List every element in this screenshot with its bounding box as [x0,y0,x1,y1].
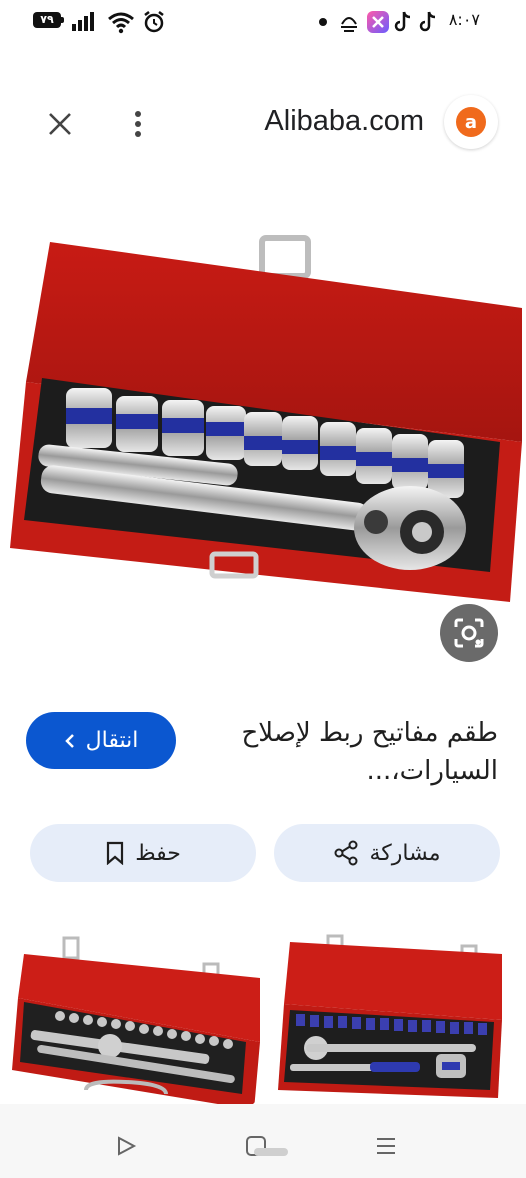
visit-button[interactable]: انتقال [26,712,176,769]
app-icon [367,11,389,33]
visual-search-button[interactable] [440,604,498,662]
site-name[interactable]: Alibaba.com [264,105,424,138]
related-image[interactable] [266,914,520,1110]
gesture-handle [254,1148,288,1156]
more-vert-icon [135,111,141,137]
chevron-left-icon [64,733,74,748]
source-header: Alibaba.com a [0,88,526,158]
site-logo[interactable]: a [444,95,498,149]
share-icon [334,840,358,866]
share-button[interactable]: مشاركة [274,824,500,882]
related-image[interactable] [6,914,260,1110]
visit-label: انتقال [85,728,139,753]
recents-button[interactable] [366,1126,406,1166]
product-image[interactable] [0,232,526,622]
tiktok-icon [419,11,436,32]
battery-tip [61,17,64,23]
tiktok-icon [394,11,411,32]
close-icon [49,113,71,135]
case-handle [259,235,311,279]
product-title: طقم مفاتيح ربط لإصلاح السيارات،... [241,718,498,786]
share-label: مشاركة [369,840,441,866]
status-bar: ٧٩ ٨:٠٧ [0,0,526,44]
system-nav-bar [0,1104,526,1178]
battery-indicator: ٧٩ [33,12,61,28]
clock: ٨:٠٧ [448,10,480,29]
lens-icon [454,618,484,648]
alarm-icon [144,11,164,33]
notification-dot-icon [319,18,327,26]
alibaba-logo-icon: a [456,107,486,137]
transfer-icon [341,17,357,32]
more-options-button[interactable] [118,104,158,144]
back-triangle-icon [118,1136,137,1156]
bookmark-icon [107,841,124,865]
save-label: حفظ [135,840,181,866]
close-button[interactable] [40,104,80,144]
save-button[interactable]: حفظ [30,824,256,882]
home-button[interactable] [236,1126,276,1166]
recents-lines-icon [377,1138,395,1154]
back-button[interactable] [106,1126,146,1166]
signal-icon [72,12,94,31]
wifi-icon [108,12,134,34]
